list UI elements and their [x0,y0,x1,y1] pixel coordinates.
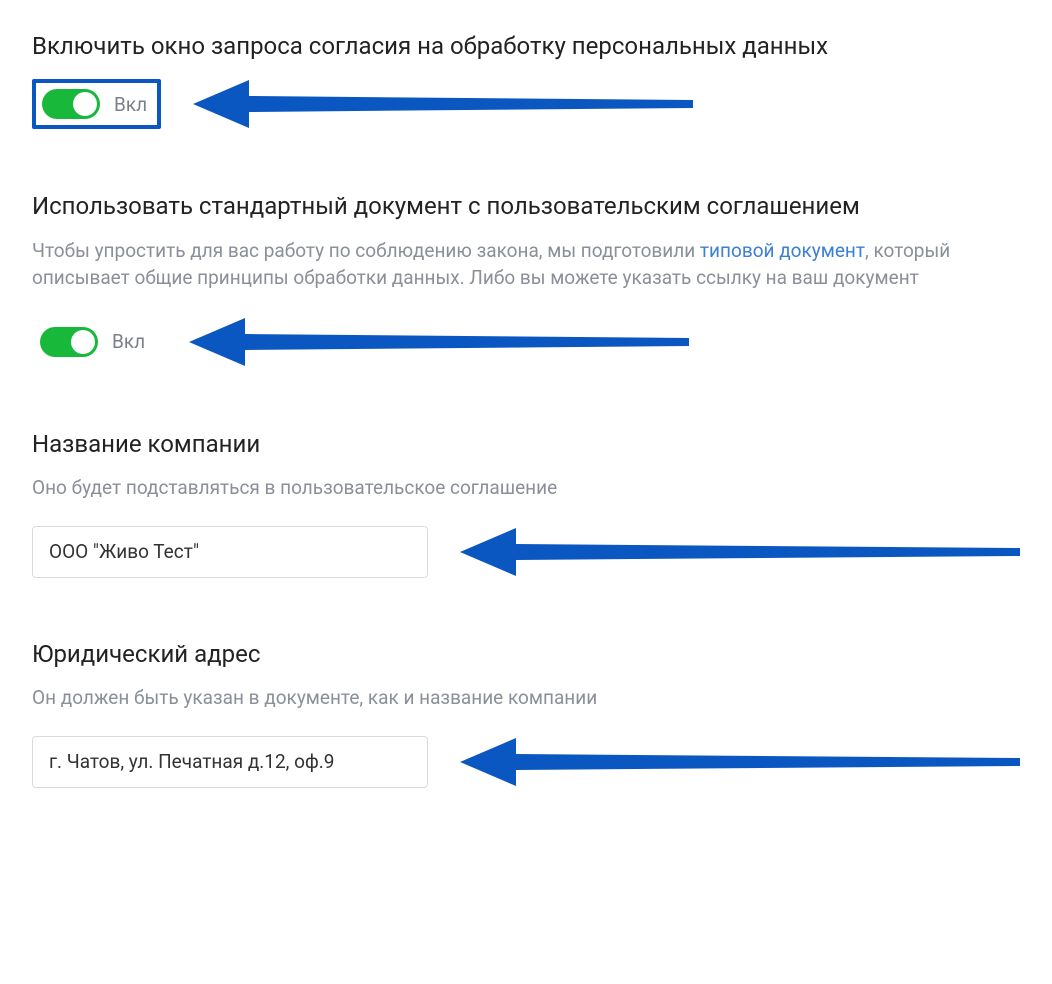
legal-address-description: Он должен быть указан в документе, как и… [32,684,1020,712]
standard-doc-toggle-wrap: Вкл [32,319,157,365]
legal-address-section: Юридический адрес Он должен быть указан … [32,638,1020,790]
standard-doc-section: Использовать стандартный документ с поль… [32,190,1020,369]
standard-doc-desc-pre: Чтобы упростить для вас работу по соблюд… [32,239,700,262]
legal-address-row [32,734,1020,790]
legal-address-input[interactable] [32,736,428,788]
annotation-arrow-icon [460,734,1020,790]
consent-toggle-row: Вкл [32,76,1020,132]
company-name-input[interactable] [32,526,428,578]
company-name-section: Название компании Оно будет подставлятьс… [32,428,1020,580]
annotation-arrow-icon [189,314,689,370]
company-name-row [32,524,1020,580]
legal-address-heading: Юридический адрес [32,638,1020,670]
annotation-arrow-icon [460,524,1020,580]
standard-doc-toggle[interactable] [40,327,98,357]
standard-doc-toggle-label: Вкл [112,330,145,353]
toggle-knob [73,92,97,116]
toggle-knob [71,330,95,354]
standard-doc-description: Чтобы упростить для вас работу по соблюд… [32,237,1020,292]
company-name-heading: Название компании [32,428,1020,460]
company-name-description: Оно будет подставляться в пользовательск… [32,474,1020,502]
consent-toggle-highlight-box: Вкл [32,79,161,129]
annotation-arrow-icon [193,76,693,132]
standard-doc-link[interactable]: типовой документ [700,239,865,262]
standard-doc-toggle-row: Вкл [32,314,1020,370]
standard-doc-heading: Использовать стандартный документ с поль… [32,190,1020,222]
consent-toggle-label: Вкл [114,93,147,116]
consent-toggle-heading: Включить окно запроса согласия на обрабо… [32,30,1020,62]
consent-toggle[interactable] [42,89,100,119]
consent-toggle-section: Включить окно запроса согласия на обрабо… [32,30,1020,132]
